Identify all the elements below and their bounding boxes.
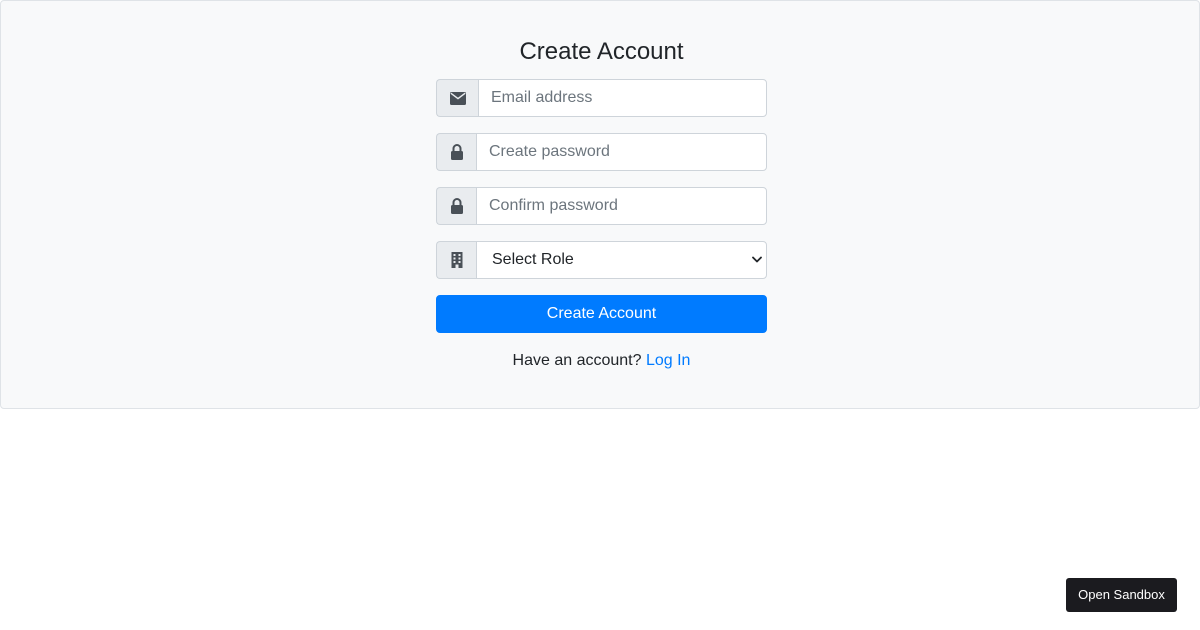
page-title: Create Account (519, 38, 684, 65)
lock-icon (436, 187, 476, 225)
create-password-input-group (436, 133, 767, 171)
signup-form: Create Account Email address Select Role… (436, 1, 767, 371)
role-select-value: Select Role (492, 251, 574, 268)
open-sandbox-button[interactable]: Open Sandbox (1066, 578, 1177, 612)
email-input-group (436, 79, 767, 117)
email-field[interactable] (478, 79, 767, 117)
chevron-down-icon (752, 256, 762, 263)
login-prompt-text: Have an account? (512, 352, 642, 369)
role-select[interactable]: Select Role (476, 241, 767, 279)
building-icon (436, 241, 476, 279)
confirm-password-input-group (436, 187, 767, 225)
lock-icon (436, 133, 476, 171)
confirm-password-field[interactable] (476, 187, 767, 225)
login-link[interactable]: Log In (646, 352, 690, 369)
create-account-button[interactable]: Create Account (436, 295, 767, 333)
create-password-field[interactable] (476, 133, 767, 171)
signup-card: Create Account Email address Select Role… (0, 0, 1200, 409)
login-prompt-line: Have an account? Log In (436, 351, 767, 371)
envelope-icon (436, 79, 478, 117)
role-input-group: Select Role (436, 241, 767, 279)
